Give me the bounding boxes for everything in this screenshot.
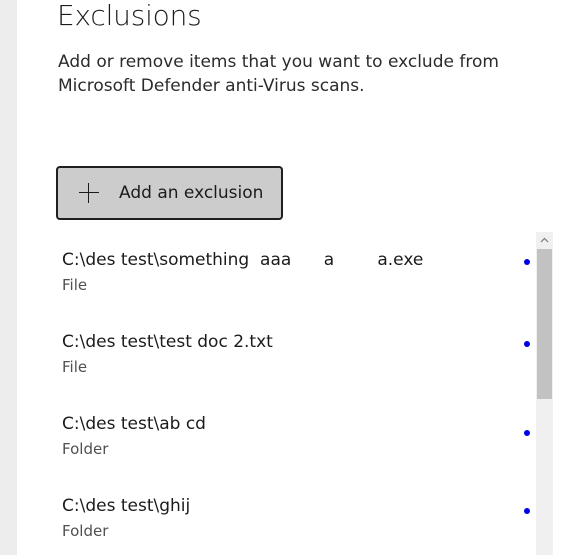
exclusion-path: C:\des test\ab cd — [62, 414, 206, 434]
exclusion-path: C:\des test\test doc 2.txt — [62, 332, 273, 352]
exclusion-item[interactable]: C:\des test\test doc 2.txt File — [40, 314, 536, 396]
exclusion-item[interactable]: C:\des test\ab cd Folder — [40, 396, 536, 478]
exclusion-type: File — [62, 276, 88, 294]
exclusions-list: C:\des test\something aaa a a.exe File C… — [40, 232, 536, 555]
left-nav-strip — [0, 0, 17, 555]
add-exclusion-button[interactable]: Add an exclusion — [56, 166, 283, 220]
add-exclusion-label: Add an exclusion — [119, 183, 264, 203]
status-dot-icon — [524, 508, 530, 514]
exclusion-type: Folder — [62, 440, 109, 458]
plus-icon — [79, 183, 99, 203]
exclusion-type: File — [62, 358, 88, 376]
status-dot-icon — [524, 341, 530, 347]
page-title: Exclusions — [57, 0, 202, 32]
exclusion-item[interactable]: C:\des test\ghij Folder — [40, 478, 536, 555]
exclusion-path: C:\des test\something aaa a a.exe — [62, 250, 424, 270]
page-description: Add or remove items that you want to exc… — [58, 52, 499, 96]
scroll-thumb[interactable] — [537, 249, 552, 399]
exclusion-path: C:\des test\ghij — [62, 496, 191, 516]
scroll-up-button[interactable] — [536, 232, 553, 248]
exclusion-type: Folder — [62, 522, 109, 540]
status-dot-icon — [524, 259, 530, 265]
chevron-up-icon — [540, 237, 549, 243]
list-scrollbar[interactable] — [536, 232, 553, 555]
status-dot-icon — [524, 430, 530, 436]
exclusion-item[interactable]: C:\des test\something aaa a a.exe File — [40, 232, 536, 314]
